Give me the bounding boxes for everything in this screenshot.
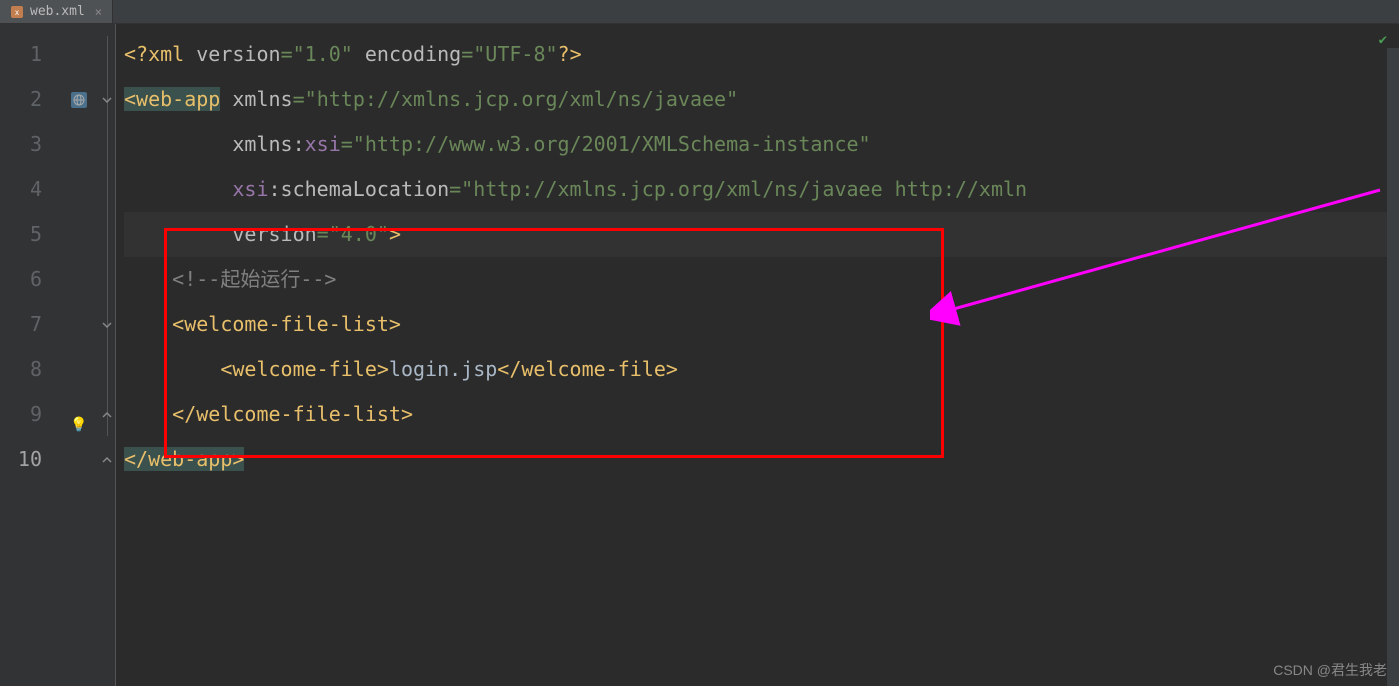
line-number[interactable]: 3 xyxy=(0,122,60,167)
gutter-icon-slot xyxy=(60,257,98,302)
gutter-icon-slot xyxy=(60,167,98,212)
code-line-6[interactable]: <!--起始运行--> xyxy=(124,257,1399,302)
watermark: CSDN @君生我老 xyxy=(1273,660,1387,680)
close-icon[interactable]: × xyxy=(95,5,102,19)
scrollbar[interactable] xyxy=(1387,48,1399,686)
code-line-3[interactable]: xmlns:xsi="http://www.w3.org/2001/XMLSch… xyxy=(124,122,1399,167)
code-area[interactable]: <?xml version="1.0" encoding="UTF-8"?> <… xyxy=(116,24,1399,686)
tab-filename: web.xml xyxy=(30,4,85,19)
line-number[interactable]: 1 xyxy=(0,32,60,77)
fold-marker xyxy=(98,167,115,212)
line-number[interactable]: 10 xyxy=(0,437,60,482)
code-line-5[interactable]: version="4.0"> xyxy=(124,212,1399,257)
gutter-icons: 💡 xyxy=(60,24,98,686)
code-line-7[interactable]: <welcome-file-list> xyxy=(124,302,1399,347)
tab-bar: x web.xml × xyxy=(0,0,1399,24)
file-tab[interactable]: x web.xml × xyxy=(0,0,113,23)
analysis-ok-icon[interactable]: ✔ xyxy=(1379,32,1387,48)
line-number[interactable]: 6 xyxy=(0,257,60,302)
fold-end[interactable] xyxy=(98,437,115,482)
fold-gutter xyxy=(98,24,116,686)
line-number[interactable]: 5 xyxy=(0,212,60,257)
line-number[interactable]: 9 xyxy=(0,392,60,437)
gutter-icon-slot xyxy=(60,212,98,257)
line-number-gutter: 1 2 3 4 5 6 7 8 9 10 xyxy=(0,24,60,686)
svg-text:x: x xyxy=(15,8,19,17)
code-line-9[interactable]: </welcome-file-list> xyxy=(124,392,1399,437)
line-number[interactable]: 7 xyxy=(0,302,60,347)
line-number[interactable]: 2 xyxy=(0,77,60,122)
fold-end[interactable] xyxy=(98,392,115,437)
fold-marker xyxy=(98,212,115,257)
code-line-2[interactable]: <web-app xmlns="http://xmlns.jcp.org/xml… xyxy=(124,77,1399,122)
fold-marker xyxy=(98,32,115,77)
line-number[interactable]: 4 xyxy=(0,167,60,212)
fold-marker xyxy=(98,257,115,302)
lightbulb-icon[interactable]: 💡 xyxy=(60,392,98,437)
xml-file-icon: x xyxy=(10,5,24,19)
web-icon[interactable] xyxy=(60,77,98,122)
code-line-1[interactable]: <?xml version="1.0" encoding="UTF-8"?> xyxy=(124,32,1399,77)
gutter-icon-slot xyxy=(60,32,98,77)
fold-toggle[interactable] xyxy=(98,77,115,122)
fold-marker xyxy=(98,122,115,167)
fold-toggle[interactable] xyxy=(98,302,115,347)
gutter-icon-slot xyxy=(60,437,98,482)
line-number[interactable]: 8 xyxy=(0,347,60,392)
editor: 1 2 3 4 5 6 7 8 9 10 💡 xyxy=(0,24,1399,686)
fold-marker xyxy=(98,347,115,392)
gutter-icon-slot xyxy=(60,347,98,392)
code-line-4[interactable]: xsi:schemaLocation="http://xmlns.jcp.org… xyxy=(124,167,1399,212)
gutter-icon-slot xyxy=(60,122,98,167)
gutter-icon-slot xyxy=(60,302,98,347)
code-line-8[interactable]: <welcome-file>login.jsp</welcome-file> xyxy=(124,347,1399,392)
code-line-10[interactable]: </web-app> xyxy=(124,437,1399,482)
